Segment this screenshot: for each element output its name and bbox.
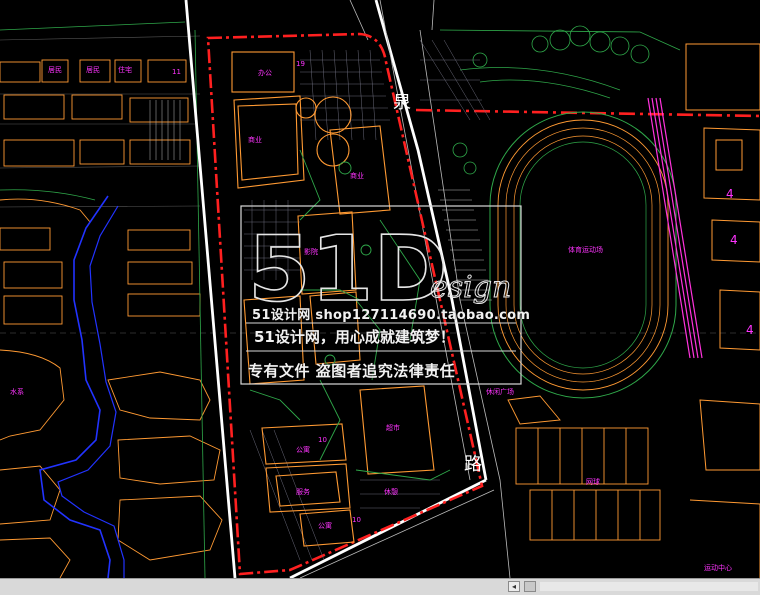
- horizontal-scrollbar[interactable]: ◂: [0, 578, 760, 595]
- label-sun: 休憩: [384, 487, 398, 496]
- label-sports-field: 体育运动场: [568, 245, 603, 254]
- running-track: [489, 111, 677, 399]
- tennis-courts: [507, 395, 661, 541]
- label-plaza: 休闲广场: [486, 387, 514, 396]
- main-roads: [184, 0, 488, 578]
- label-commerce-a: 商业: [248, 135, 262, 144]
- watermark-slogan: 51设计网，用心成就建筑梦！: [254, 328, 455, 346]
- left-residential-blocks: [0, 59, 223, 578]
- label-left: 水系: [10, 387, 24, 396]
- label-res-a: 居民: [48, 66, 62, 74]
- far-east-buildings: [685, 43, 760, 578]
- bld-num-4a: 4: [726, 187, 734, 201]
- label-tennis: 网球: [586, 477, 600, 486]
- road-edges: [299, 0, 511, 578]
- label-apartment-floors: 10: [352, 516, 361, 524]
- label-hotel: 公寓: [296, 445, 310, 454]
- east-plaza-grid: [419, 39, 491, 121]
- label-res-c: 住宅: [118, 65, 132, 74]
- scroll-left-arrow-icon[interactable]: ◂: [508, 581, 520, 592]
- label-commerce-b: 商业: [350, 171, 364, 180]
- label-service: 服务: [296, 487, 310, 496]
- road-char-lu: 路: [464, 454, 482, 475]
- label-office-floors: 19: [296, 60, 305, 68]
- scroll-thumb[interactable]: [524, 581, 536, 592]
- bld-num-4b: 4: [730, 233, 738, 247]
- label-cinema: 影院: [304, 247, 318, 256]
- hotel-block: [261, 423, 347, 465]
- watermark-warning: 专有文件 盗图者追究法律责任: [248, 362, 456, 380]
- label-res-d: 11: [172, 68, 181, 76]
- site-plan-drawing: 办公 19 商业 商业 影院 公寓 10 服务 公寓 10 超市 体育运动场 休…: [0, 0, 760, 578]
- label-office: 办公: [258, 68, 272, 77]
- label-hotel-floors: 10: [318, 436, 327, 444]
- bld-num-4c: 4: [746, 323, 754, 337]
- left-parking-rows: [149, 100, 181, 160]
- watermark-site: 51设计网 shop127114690.taobao.com: [252, 308, 531, 323]
- road-char-quan: 泉: [393, 92, 411, 113]
- label-apartment: 公寓: [318, 521, 332, 530]
- label-supermarket: 超市: [386, 423, 400, 432]
- label-courts: 运动中心: [704, 563, 732, 572]
- label-res-b: 居民: [86, 66, 100, 74]
- scroll-track[interactable]: [540, 582, 758, 591]
- water-stream: [39, 195, 111, 578]
- boundary-east-line: [415, 108, 760, 118]
